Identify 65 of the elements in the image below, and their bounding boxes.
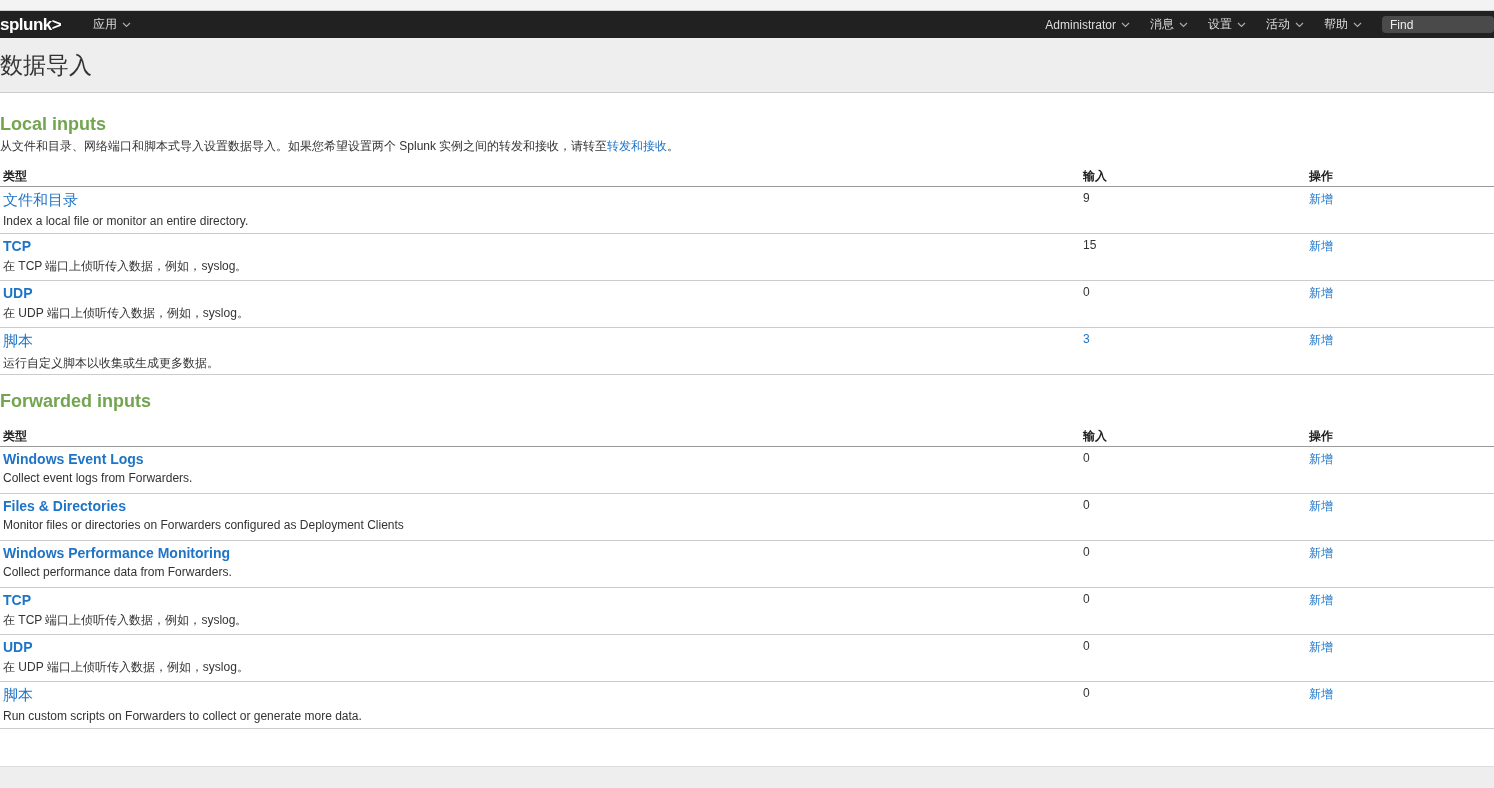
input-type-link[interactable]: UDP [3, 285, 33, 301]
add-link[interactable]: 新增 [1309, 639, 1333, 656]
input-count: 0 [1083, 451, 1090, 465]
input-count: 0 [1083, 639, 1090, 653]
input-type-description: 在 UDP 端口上侦听传入数据，例如，syslog。 [3, 306, 249, 320]
input-type-description: Monitor files or directories on Forwarders configured as Deployment Clients [3, 518, 404, 532]
input-count: 0 [1083, 285, 1090, 299]
input-count-link[interactable]: 3 [1083, 332, 1090, 346]
input-type-link[interactable]: UDP [3, 639, 33, 655]
input-type-description: 在 TCP 端口上侦听传入数据，例如，syslog。 [3, 259, 248, 273]
nav-menu[interactable]: Administrator [1035, 17, 1140, 32]
nav-menu[interactable]: 活动 [1256, 16, 1314, 33]
page-title: 数据导入 [0, 51, 93, 80]
input-type-description: 在 TCP 端口上侦听传入数据，例如，syslog。 [3, 613, 248, 627]
add-link[interactable]: 新增 [1309, 451, 1333, 468]
caret-icon [122, 21, 132, 28]
nav-menu[interactable]: 设置 [1198, 16, 1256, 33]
add-link[interactable]: 新增 [1309, 285, 1333, 302]
caret-icon [1179, 21, 1188, 28]
input-count: 0 [1083, 686, 1090, 700]
input-type-link[interactable]: Windows Performance Monitoring [3, 545, 230, 561]
nav-menu[interactable]: 帮助 [1314, 16, 1372, 33]
add-link[interactable]: 新增 [1309, 498, 1333, 515]
caret-icon [1237, 21, 1246, 28]
caret-icon [1121, 21, 1130, 28]
apps-menu[interactable]: 应用 [83, 16, 142, 33]
search-field[interactable]: Find [1382, 16, 1494, 33]
input-count: 0 [1083, 592, 1090, 606]
input-type-link[interactable]: 脚本 [3, 332, 33, 351]
splunk-logo[interactable]: splunk> [0, 14, 62, 35]
caret-icon [1353, 21, 1362, 28]
input-type-link[interactable]: TCP [3, 592, 31, 608]
add-link[interactable]: 新增 [1309, 238, 1333, 255]
input-count: 15 [1083, 238, 1097, 252]
column-header: 操作 [1309, 169, 1333, 183]
input-count: 0 [1083, 498, 1090, 512]
column-header: 操作 [1309, 429, 1333, 443]
add-link[interactable]: 新增 [1309, 592, 1333, 609]
input-type-description: 在 UDP 端口上侦听传入数据，例如，syslog。 [3, 660, 249, 674]
input-type-description: Run custom scripts on Forwarders to collect or generate more data. [3, 709, 362, 723]
input-type-description: Collect performance data from Forwarders. [3, 565, 232, 579]
add-link[interactable]: 新增 [1309, 545, 1333, 562]
input-type-description: Index a local file or monitor an entire directory. [3, 214, 249, 228]
column-header: 输入 [1083, 169, 1107, 183]
input-count: 9 [1083, 191, 1090, 205]
section-title: Forwarded inputs [0, 390, 152, 412]
column-header: 类型 [3, 169, 27, 183]
input-type-link[interactable]: TCP [3, 238, 31, 254]
column-header: 类型 [3, 429, 27, 443]
input-type-link[interactable]: Files & Directories [3, 498, 126, 514]
add-link[interactable]: 新增 [1309, 332, 1333, 349]
nav-menu[interactable]: 消息 [1140, 16, 1198, 33]
input-type-description: Collect event logs from Forwarders. [3, 471, 193, 485]
caret-icon [1295, 21, 1304, 28]
section-title: Local inputs [0, 113, 107, 135]
input-type-link[interactable]: 文件和目录 [3, 191, 78, 210]
input-count: 0 [1083, 545, 1090, 559]
add-link[interactable]: 新增 [1309, 686, 1333, 703]
input-type-link[interactable]: 脚本 [3, 686, 33, 705]
add-link[interactable]: 新增 [1309, 191, 1333, 208]
input-type-description: 运行自定义脚本以收集或生成更多数据。 [3, 356, 219, 370]
forwarding-link[interactable]: 转发和接收 [607, 139, 668, 153]
input-type-link[interactable]: Windows Event Logs [3, 451, 144, 467]
column-header: 输入 [1083, 429, 1107, 443]
section-description: 从文件和目录、网络端口和脚本式导入设置数据导入。如果您希望设置两个 Splunk 实例之间的转发和接收，请转至转发和接收。 [0, 138, 681, 155]
